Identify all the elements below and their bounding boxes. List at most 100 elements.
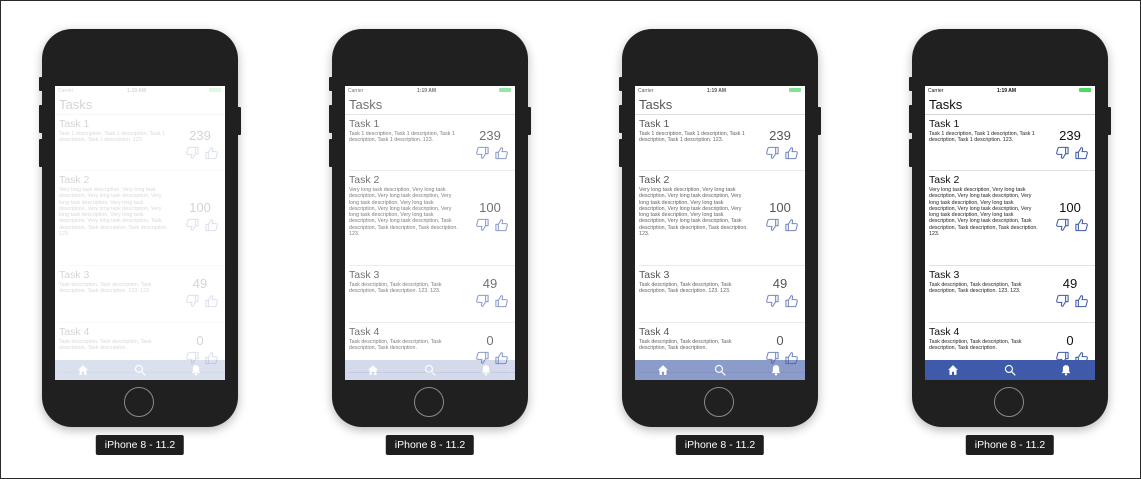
task-title: Task 1 — [349, 118, 380, 130]
task-title: Task 2 — [929, 174, 960, 186]
task-description: Task description, Task description, Task… — [59, 339, 152, 352]
task-row[interactable]: Task 3 Task description, Task description… — [55, 266, 225, 323]
thumbs-down-icon[interactable] — [185, 218, 200, 232]
volume-up-button — [329, 105, 333, 133]
thumbs-down-icon[interactable] — [765, 146, 780, 160]
volume-down-button — [909, 139, 913, 167]
bell-icon[interactable] — [189, 363, 203, 377]
thumbs-down-icon[interactable] — [475, 294, 490, 308]
status-time: 1:19 AM — [417, 88, 436, 94]
thumbs-down-icon[interactable] — [765, 294, 780, 308]
screenshot-canvas: Carrier 1:19 AM Tasks Task 1 Task 1 descr… — [0, 0, 1141, 479]
thumbs-up-icon[interactable] — [784, 146, 799, 160]
thumbs-down-icon[interactable] — [1055, 146, 1070, 160]
home-button[interactable] — [704, 387, 734, 417]
task-description: Task 1 description, Task 1 description, … — [929, 131, 1035, 144]
thumbs-up-icon[interactable] — [784, 218, 799, 232]
search-icon[interactable] — [1003, 363, 1017, 377]
task-row[interactable]: Task 2 Very long task description, Very l… — [925, 171, 1095, 266]
carrier-label: Carrier — [928, 88, 944, 94]
app-content: Carrier 1:19 AM Tasks Task 1 Task 1 descr… — [55, 86, 225, 380]
home-button[interactable] — [414, 387, 444, 417]
task-row[interactable]: Task 2 Very long task description, Very l… — [635, 171, 805, 266]
volume-down-button — [619, 139, 623, 167]
home-button[interactable] — [994, 387, 1024, 417]
tab-bar — [55, 360, 225, 380]
vote-count: 100 — [769, 200, 791, 215]
app-content: Carrier 1:19 AM Tasks Task 1 Task 1 descr… — [925, 86, 1095, 380]
task-row[interactable]: Task 3 Task description, Task description… — [345, 266, 515, 323]
home-icon[interactable] — [946, 363, 960, 377]
thumbs-down-icon[interactable] — [475, 218, 490, 232]
home-icon[interactable] — [366, 363, 380, 377]
app-content: Carrier 1:19 AM Tasks Task 1 Task 1 descr… — [345, 86, 515, 380]
vote-count: 0 — [776, 333, 784, 348]
task-row[interactable]: Task 3 Task description, Task description… — [925, 266, 1095, 323]
volume-down-button — [39, 139, 43, 167]
task-row[interactable]: Task 2 Very long task description, Very l… — [55, 171, 225, 266]
thumbs-down-icon[interactable] — [765, 218, 780, 232]
thumbs-up-icon[interactable] — [204, 218, 219, 232]
task-title: Task 3 — [639, 269, 670, 281]
status-bar: Carrier 1:19 AM — [925, 86, 1095, 95]
thumbs-down-icon[interactable] — [1055, 294, 1070, 308]
power-button — [817, 107, 821, 135]
thumbs-up-icon[interactable] — [1074, 218, 1089, 232]
task-title: Task 1 — [639, 118, 670, 130]
search-icon[interactable] — [423, 363, 437, 377]
task-title: Task 4 — [59, 326, 90, 338]
iphone-device-frame: Carrier 1:19 AM Tasks Task 1 Task 1 descr… — [39, 29, 241, 427]
battery-icon — [1079, 88, 1091, 92]
task-description: Task description, Task description, Task… — [929, 282, 1022, 295]
app-content: Carrier 1:19 AM Tasks Task 1 Task 1 descr… — [635, 86, 805, 380]
home-icon[interactable] — [76, 363, 90, 377]
search-icon[interactable] — [713, 363, 727, 377]
task-description: Task description, Task description, Task… — [349, 282, 442, 295]
task-row[interactable]: Task 2 Very long task description, Very l… — [345, 171, 515, 266]
thumbs-up-icon[interactable] — [494, 146, 509, 160]
task-row[interactable]: Task 1 Task 1 description, Task 1 descrip… — [635, 115, 805, 171]
volume-down-button — [329, 139, 333, 167]
task-title: Task 1 — [59, 118, 90, 130]
thumbs-down-icon[interactable] — [185, 294, 200, 308]
volume-up-button — [39, 105, 43, 133]
task-row[interactable]: Task 1 Task 1 description, Task 1 descrip… — [345, 115, 515, 171]
task-description: Task 1 description, Task 1 description, … — [639, 131, 745, 144]
bell-icon[interactable] — [1059, 363, 1073, 377]
task-description: Very long task description, Very long ta… — [639, 187, 748, 238]
status-time: 1:19 AM — [127, 88, 146, 94]
bell-icon[interactable] — [479, 363, 493, 377]
vote-count: 100 — [189, 200, 211, 215]
task-row[interactable]: Task 1 Task 1 description, Task 1 descrip… — [55, 115, 225, 171]
device-screen: Carrier 1:19 AM Tasks Task 1 Task 1 descr… — [55, 86, 225, 380]
thumbs-up-icon[interactable] — [204, 146, 219, 160]
thumbs-up-icon[interactable] — [1074, 146, 1089, 160]
task-description: Task description, Task description, Task… — [639, 339, 732, 352]
thumbs-down-icon[interactable] — [1055, 218, 1070, 232]
task-row[interactable]: Task 3 Task description, Task description… — [635, 266, 805, 323]
task-description: Task 1 description, Task 1 description, … — [59, 131, 165, 144]
thumbs-up-icon[interactable] — [494, 218, 509, 232]
task-row[interactable]: Task 1 Task 1 description, Task 1 descrip… — [925, 115, 1095, 171]
home-button[interactable] — [124, 387, 154, 417]
power-button — [1107, 107, 1111, 135]
thumbs-up-icon[interactable] — [1074, 294, 1089, 308]
vote-count: 49 — [192, 276, 208, 291]
thumbs-down-icon[interactable] — [475, 146, 490, 160]
search-icon[interactable] — [133, 363, 147, 377]
simulator: Carrier 1:19 AM Tasks Task 1 Task 1 descr… — [39, 29, 241, 459]
power-button — [527, 107, 531, 135]
bell-icon[interactable] — [769, 363, 783, 377]
thumbs-down-icon[interactable] — [185, 146, 200, 160]
home-icon[interactable] — [656, 363, 670, 377]
thumbs-up-icon[interactable] — [204, 294, 219, 308]
vote-count: 49 — [1062, 276, 1078, 291]
vote-buttons — [763, 218, 801, 232]
page-title: Tasks — [349, 97, 383, 112]
thumbs-up-icon[interactable] — [494, 294, 509, 308]
thumbs-up-icon[interactable] — [784, 294, 799, 308]
iphone-device-frame: Carrier 1:19 AM Tasks Task 1 Task 1 descr… — [329, 29, 531, 427]
simulator: Carrier 1:19 AM Tasks Task 1 Task 1 descr… — [619, 29, 821, 459]
device-screen: Carrier 1:19 AM Tasks Task 1 Task 1 descr… — [635, 86, 805, 380]
iphone-device-frame: Carrier 1:19 AM Tasks Task 1 Task 1 descr… — [909, 29, 1111, 427]
